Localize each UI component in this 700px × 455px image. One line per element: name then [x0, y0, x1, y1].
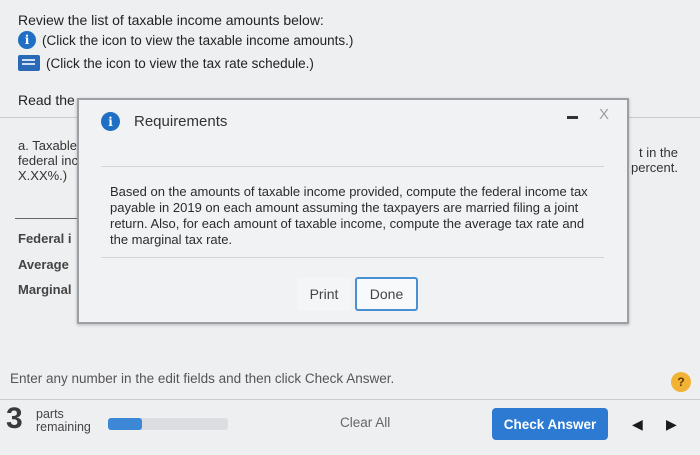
requirements-text: Based on the amounts of taxable income p…	[110, 184, 588, 247]
row-marginal-label: Marginal	[18, 282, 72, 297]
previous-arrow-icon[interactable]: ◀	[632, 416, 643, 433]
dialog-title: Requirements	[134, 113, 228, 130]
tax-rate-schedule-link[interactable]: (Click the icon to view the tax rate sch…	[18, 55, 314, 71]
tax-rate-schedule-link-text[interactable]: (Click the icon to view the tax rate sch…	[46, 56, 314, 71]
dialog-body: Based on the amounts of taxable income p…	[101, 166, 604, 258]
partial-question-line-2: federal inc	[18, 153, 78, 168]
partial-question-right: t in the percent.	[631, 145, 678, 175]
read-the-text: Read the	[18, 92, 75, 108]
parts-label-line-2: remaining	[36, 420, 91, 434]
partial-question-line-1: a. Taxable	[18, 138, 78, 153]
document-icon[interactable]	[18, 55, 40, 71]
help-icon[interactable]: ?	[671, 372, 691, 392]
print-button[interactable]: Print	[297, 277, 351, 311]
table-header-line	[15, 218, 77, 219]
parts-remaining-count: 3	[6, 402, 23, 435]
requirements-dialog: i Requirements X Based on the amounts of…	[77, 98, 629, 324]
instruction-text: Enter any number in the edit fields and …	[10, 371, 395, 386]
intro-text: Review the list of taxable income amount…	[18, 12, 324, 28]
minimize-button[interactable]	[567, 116, 578, 119]
info-icon[interactable]: i	[18, 31, 36, 49]
question-page: Review the list of taxable income amount…	[0, 0, 700, 455]
progress-bar	[108, 418, 228, 430]
income-amounts-link[interactable]: i (Click the icon to view the taxable in…	[18, 31, 353, 49]
check-answer-button[interactable]: Check Answer	[492, 408, 608, 440]
progress-bar-fill	[108, 418, 142, 430]
income-amounts-link-text[interactable]: (Click the icon to view the taxable inco…	[42, 33, 353, 48]
partial-right-line-1: t in the	[638, 145, 678, 160]
clear-all-button[interactable]: Clear All	[340, 415, 390, 430]
done-button[interactable]: Done	[355, 277, 418, 311]
row-federal-label: Federal i	[18, 231, 72, 246]
next-arrow-icon[interactable]: ▶	[666, 416, 677, 433]
parts-remaining-label: parts remaining	[36, 408, 91, 434]
partial-right-line-2: percent.	[631, 160, 678, 175]
info-icon: i	[101, 112, 120, 131]
footer-divider	[0, 399, 700, 400]
close-button[interactable]: X	[599, 106, 609, 123]
partial-question-line-3: X.XX%.)	[18, 168, 68, 183]
dialog-header: i Requirements	[101, 112, 227, 131]
row-average-label: Average	[18, 257, 69, 272]
